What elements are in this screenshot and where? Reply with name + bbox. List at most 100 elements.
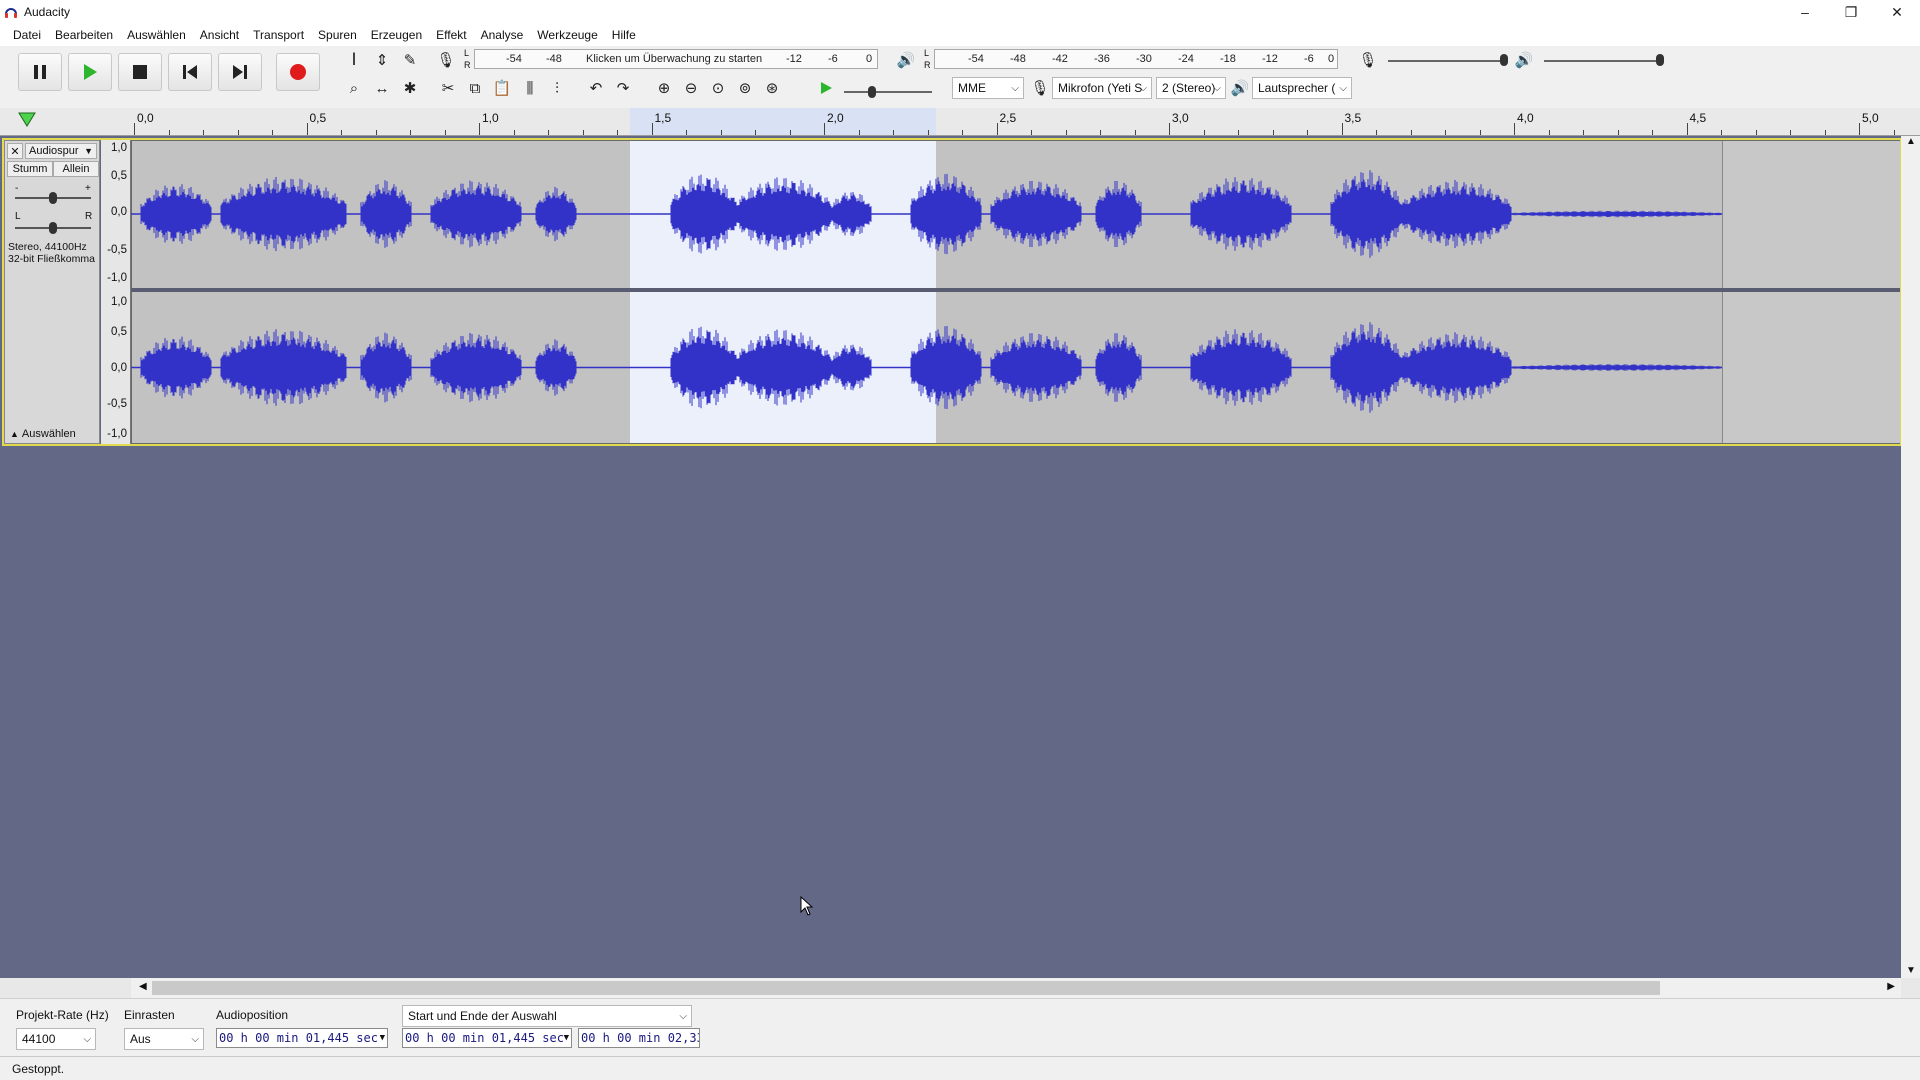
menu-hilfe[interactable]: Hilfe [605,28,643,42]
stop-button[interactable] [118,53,162,91]
track-select-button[interactable]: ▲ Auswählen [7,427,85,441]
selection-tool-button[interactable]: I [342,48,366,72]
output-device-value: Lautsprecher ( [1258,81,1336,95]
record-volume-thumb[interactable] [1500,54,1508,66]
zoom-in-button[interactable]: ⊕ [652,76,676,100]
gain-minus-label: - [15,183,19,194]
track-name-menu[interactable]: Audiospur ▼ [25,143,97,159]
menu-ansicht[interactable]: Ansicht [193,28,246,42]
silence-button[interactable]: ⫶ [545,76,569,100]
record-scale-tick: -54 [506,53,522,65]
record-scale-tick: 0 [866,53,873,65]
pause-button[interactable] [18,53,62,91]
timeshift-tool-button[interactable]: ↔ [370,76,394,100]
mute-button[interactable]: Stumm [7,161,53,177]
play-at-speed-button[interactable] [814,76,838,100]
redo-button[interactable]: ↷ [611,76,635,100]
copy-button[interactable]: ⧉ [463,76,487,100]
record-meter-hint[interactable]: Klicken um Überwachung zu starten [586,53,762,65]
play-head-triangle-icon[interactable] [18,112,36,128]
menu-erzeugen[interactable]: Erzeugen [364,28,429,42]
amplitude-scale[interactable]: 1,0 0,5 0,0 -0,5 -1,0 1,0 0,5 0,0 -0,5 -… [101,140,131,444]
gain-slider-thumb[interactable] [49,192,57,204]
scroll-right-icon[interactable]: ▶ [1887,981,1895,992]
envelope-tool-button[interactable]: ⇕ [370,48,394,72]
close-window-button[interactable]: ✕ [1874,0,1920,24]
envelope-icon: ⇕ [375,52,389,69]
mute-label: Stumm [12,163,48,175]
track-close-button[interactable]: ✕ [7,143,23,159]
ruler-label: 1,0 [482,111,499,125]
record-meter-button[interactable]: 🎙 [434,48,458,72]
snap-select[interactable]: Aus ⌵ [124,1028,204,1050]
pan-slider-thumb[interactable] [49,222,57,234]
multi-tool-button[interactable]: ✱ [398,76,422,100]
ruler-label: 4,5 [1689,111,1707,125]
host-select[interactable]: MME ⌵ [952,77,1024,99]
zoom-tool-button[interactable]: ⌕ [342,76,366,100]
selection-toolbar: Projekt-Rate (Hz) 44100 ⌵ Einrasten Aus ⌵ … [0,998,1920,1056]
record-volume-slider[interactable] [1388,60,1508,62]
ruler-minor-tick [1755,130,1757,135]
ruler-major-tick [651,123,653,135]
menu-analyse[interactable]: Analyse [474,28,531,42]
silence-icon: ⫶ [555,79,559,97]
play-button[interactable] [68,53,112,91]
chevron-down-icon: ⌵ [1213,82,1221,94]
menu-bar: Datei Bearbeiten Auswählen Ansicht Trans… [0,24,1920,46]
input-device-select[interactable]: Mikrofon (Yeti S ⌵ [1052,77,1152,99]
menu-spuren[interactable]: Spuren [311,28,364,42]
playback-scale-tick: -18 [1220,53,1236,65]
paste-button[interactable]: 📋 [490,76,514,100]
skip-to-start-button[interactable] [168,53,212,91]
ruler-minor-tick [1721,130,1722,135]
selection-mode-select[interactable]: Start und Ende der Auswahl ⌵ [402,1005,692,1027]
restore-button[interactable]: ❐ [1828,0,1874,24]
menu-datei[interactable]: Datei [6,28,48,42]
fit-project-button[interactable]: ⊚ [733,76,757,100]
zoom-toggle-button[interactable]: ⊛ [760,76,784,100]
timeline-ruler[interactable]: 0,0 0,5 1,0 1,5 2,0 2,5 3,0 3,5 4,0 4,5 5,0 [0,108,1920,136]
menu-bearbeiten[interactable]: Bearbeiten [48,28,120,42]
audio-position-field[interactable]: 00 h 00 min 01,445 sec ▼ [216,1028,388,1048]
scroll-up-icon[interactable]: ▲ [1906,136,1916,147]
playback-scale-tick: -54 [968,53,984,65]
menu-werkzeuge[interactable]: Werkzeuge [530,28,604,42]
play-speed-slider[interactable] [844,91,932,93]
playback-scale-tick: -24 [1178,53,1194,65]
skip-to-end-button[interactable] [218,53,262,91]
playback-meter-button[interactable]: 🔊 [894,48,918,72]
zoom-out-button[interactable]: ⊖ [679,76,703,100]
solo-button[interactable]: Allein [53,161,99,177]
undo-button[interactable]: ↶ [584,76,608,100]
amp-label: 0,5 [111,326,127,338]
playback-scale-tick: -48 [1010,53,1026,65]
playback-volume-thumb[interactable] [1656,54,1664,66]
playback-volume-slider[interactable] [1544,60,1664,62]
empty-track-region[interactable] [1722,141,1900,443]
minimize-button[interactable]: – [1782,0,1828,24]
cut-button[interactable]: ✂ [436,76,460,100]
project-rate-select[interactable]: 44100 ⌵ [16,1028,96,1050]
chevron-down-icon: ⌵ [1339,82,1347,94]
selection-start-field[interactable]: 00 h 00 min 01,445 sec ▼ [402,1028,572,1048]
copy-icon: ⧉ [469,79,481,97]
horizontal-scroll-thumb[interactable] [152,981,1660,995]
menu-effekt[interactable]: Effekt [429,28,473,42]
record-button[interactable] [276,53,320,91]
selection-end-field[interactable]: 00 h 00 min 02,33 [578,1028,700,1048]
channels-select[interactable]: 2 (Stereo) ⌵ [1156,77,1226,99]
microphone-icon: 🎙 [1030,80,1050,97]
scroll-left-icon[interactable]: ◀ [139,981,147,992]
play-speed-thumb[interactable] [868,86,876,98]
vertical-scrollbar[interactable]: ▲ ▼ [1901,136,1920,978]
ruler-minor-tick [168,130,170,135]
trim-button[interactable]: ⫼ [518,76,542,100]
draw-tool-button[interactable]: ✎ [398,48,422,72]
menu-transport[interactable]: Transport [246,28,311,42]
menu-auswaehlen[interactable]: Auswählen [120,28,193,42]
fit-selection-button[interactable]: ⊙ [706,76,730,100]
scroll-down-icon[interactable]: ▼ [1906,965,1916,976]
ruler-minor-tick [444,130,446,135]
output-device-select[interactable]: Lautsprecher (⌵ [1252,77,1352,99]
